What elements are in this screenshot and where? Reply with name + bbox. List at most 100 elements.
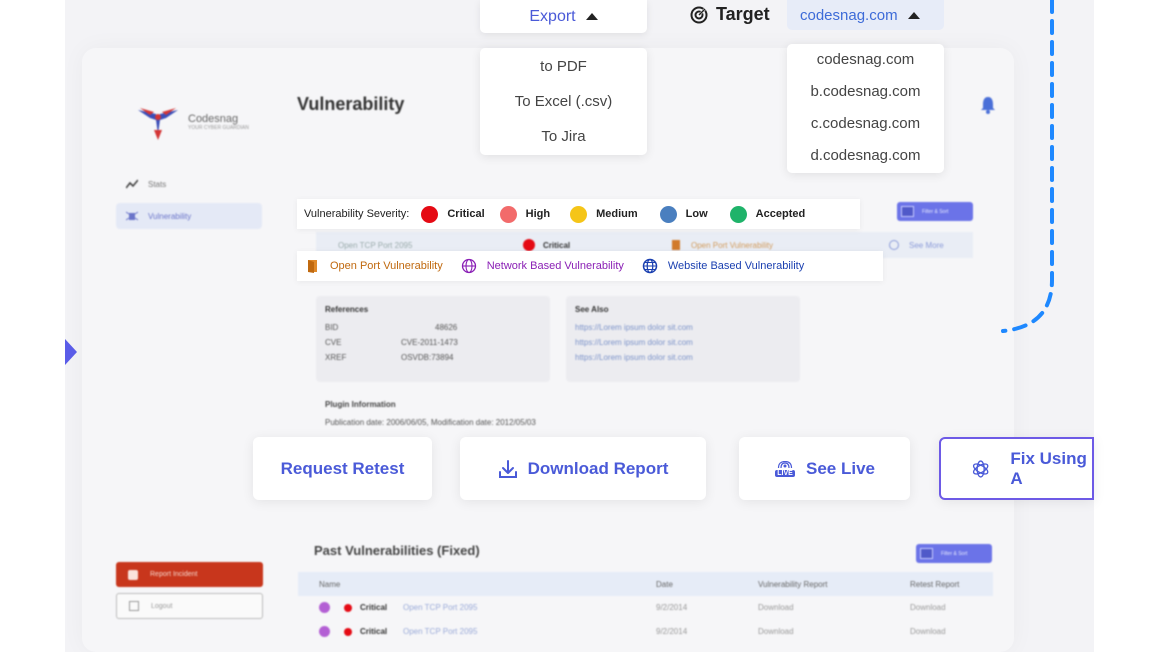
bell-icon[interactable]	[980, 96, 996, 114]
target-option[interactable]: codesnag.com	[787, 51, 944, 68]
column-header-name: Name	[319, 580, 341, 589]
reference-value: 48626	[435, 323, 458, 332]
row-severity: Critical	[360, 627, 388, 636]
severity-label: Low	[685, 208, 708, 220]
see-also-link[interactable]: https://Lorem ipsum dolor sit.com	[575, 323, 791, 332]
decorative-dashed-path	[1001, 0, 1054, 333]
target-icon	[690, 6, 708, 23]
reference-row: CVE CVE-2011-1473	[325, 338, 541, 347]
plugin-information: Plugin Information Publication date: 200…	[325, 396, 536, 432]
filter-sort-button[interactable]: Filter & Sort	[897, 202, 973, 221]
request-retest-button[interactable]: Request Retest	[253, 437, 432, 500]
severity-label: Accepted	[755, 208, 806, 220]
table-row[interactable]: Critical Open TCP Port 2095 9/2/2014 Dow…	[298, 620, 993, 644]
network-icon	[319, 602, 330, 613]
row-vuln-report-download[interactable]: Download	[758, 627, 794, 636]
broadcast-icon	[777, 460, 793, 468]
filter-icon	[901, 206, 914, 217]
export-menu: to PDF To Excel (.csv) To Jira	[480, 48, 647, 155]
download-report-label: Download Report	[527, 458, 669, 478]
table-row[interactable]: Critical Open TCP Port 2095 9/2/2014 Dow…	[298, 596, 993, 620]
export-option-csv[interactable]: To Excel (.csv)	[480, 93, 647, 110]
type-website: Website Based Vulnerability	[642, 258, 804, 274]
critical-dot	[523, 239, 535, 251]
see-live-label: See Live	[806, 458, 875, 478]
sidebar-item-vulnerability[interactable]: Vulnerability	[116, 203, 262, 229]
fix-using-ai-button[interactable]: Fix Using A	[939, 437, 1094, 500]
target-option[interactable]: c.codesnag.com	[787, 115, 944, 132]
download-report-button[interactable]: Download Report	[460, 437, 706, 500]
target-select[interactable]: codesnag.com	[787, 0, 944, 30]
carousel-left-arrow-icon[interactable]	[65, 339, 77, 365]
row-date: 9/2/2014	[656, 603, 688, 612]
export-label: Export	[529, 7, 576, 25]
severity-label: Medium	[596, 208, 638, 220]
request-retest-label: Request Retest	[280, 458, 405, 478]
filter-icon	[920, 548, 933, 559]
sidebar-item-label: Vulnerability	[148, 211, 192, 221]
caret-up-icon	[907, 11, 920, 19]
export-option-jira[interactable]: To Jira	[480, 128, 647, 145]
row-retest-report-download[interactable]: Download	[910, 603, 946, 612]
reference-key: XREF	[325, 353, 347, 362]
app-logo: Codesnag YOUR CYBER GUARDIAN	[136, 104, 249, 140]
target-option[interactable]: d.codesnag.com	[787, 147, 944, 164]
row-vuln-report-download[interactable]: Download	[758, 603, 794, 612]
live-badge: LIVE	[775, 469, 795, 477]
page-title: Vulnerability	[297, 94, 405, 114]
network-icon	[319, 626, 330, 637]
caret-up-icon	[585, 13, 598, 20]
filter-sort-label: Filter & Sort	[941, 550, 968, 557]
see-more-link[interactable]: See More	[909, 241, 944, 250]
target-menu: codesnag.com b.codesnag.com c.codesnag.c…	[787, 44, 944, 173]
target-label-group: Target	[690, 4, 770, 25]
see-also-link[interactable]: https://Lorem ipsum dolor sit.com	[575, 338, 791, 347]
target-option[interactable]: b.codesnag.com	[787, 83, 944, 100]
references-title: References	[325, 305, 369, 314]
vulnerability-type: Open Port Vulnerability	[691, 240, 773, 250]
type-label: Network Based Vulnerability	[486, 260, 624, 272]
severity-legend: Vulnerability Severity: Critical High Me…	[297, 199, 860, 229]
globe-icon	[642, 258, 658, 274]
report-incident-button[interactable]: Report Incident	[116, 562, 263, 587]
screen: Codesnag YOUR CYBER GUARDIAN Vulnerabili…	[0, 0, 1160, 652]
download-icon	[498, 459, 517, 478]
severity-legend-label: Vulnerability Severity:	[304, 208, 410, 220]
column-header-date: Date	[656, 580, 673, 589]
reference-row: BID 48626	[325, 323, 541, 332]
row-name[interactable]: Open TCP Port 2095	[403, 627, 477, 636]
severity-critical: Critical	[421, 205, 485, 223]
app-name: Codesnag	[188, 112, 239, 125]
row-severity: Critical	[360, 603, 388, 612]
plus-circle-icon	[889, 240, 899, 250]
fix-using-ai-label: Fix Using A	[1010, 448, 1087, 488]
past-table-header: Name Date Vulnerability Report Retest Re…	[298, 572, 993, 596]
logout-button[interactable]: Logout	[116, 593, 263, 619]
target-selected: codesnag.com	[800, 6, 898, 24]
type-label: Open Port Vulnerability	[330, 260, 443, 272]
row-name[interactable]: Open TCP Port 2095	[403, 603, 477, 612]
past-filter-sort-button[interactable]: Filter & Sort	[916, 544, 992, 563]
reference-value: OSVDB:73894	[401, 353, 454, 362]
bug-icon	[126, 211, 138, 221]
plugin-title: Plugin Information	[325, 400, 396, 409]
severity-high: High	[499, 205, 551, 223]
export-option-pdf[interactable]: to PDF	[480, 58, 647, 75]
accepted-dot	[729, 205, 747, 223]
vulnerability-type-legend: Open Port Vulnerability Network Based Vu…	[297, 251, 883, 281]
critical-dot	[344, 604, 352, 612]
column-header-retest-report: Retest Report	[910, 580, 960, 589]
see-also-link[interactable]: https://Lorem ipsum dolor sit.com	[575, 353, 791, 362]
see-live-button[interactable]: LIVE See Live	[739, 437, 910, 500]
eagle-logo-icon	[138, 108, 178, 140]
critical-dot	[344, 628, 352, 636]
network-icon	[461, 258, 476, 274]
logout-label: Logout	[151, 602, 173, 610]
severity-label: High	[525, 208, 551, 220]
export-button[interactable]: Export	[480, 0, 647, 33]
vulnerability-severity: Critical	[543, 240, 571, 250]
sidebar-item-stats[interactable]: Stats	[116, 171, 262, 197]
row-retest-report-download[interactable]: Download	[910, 627, 946, 636]
filter-sort-label: Filter & Sort	[922, 208, 949, 215]
door-icon	[308, 260, 317, 273]
